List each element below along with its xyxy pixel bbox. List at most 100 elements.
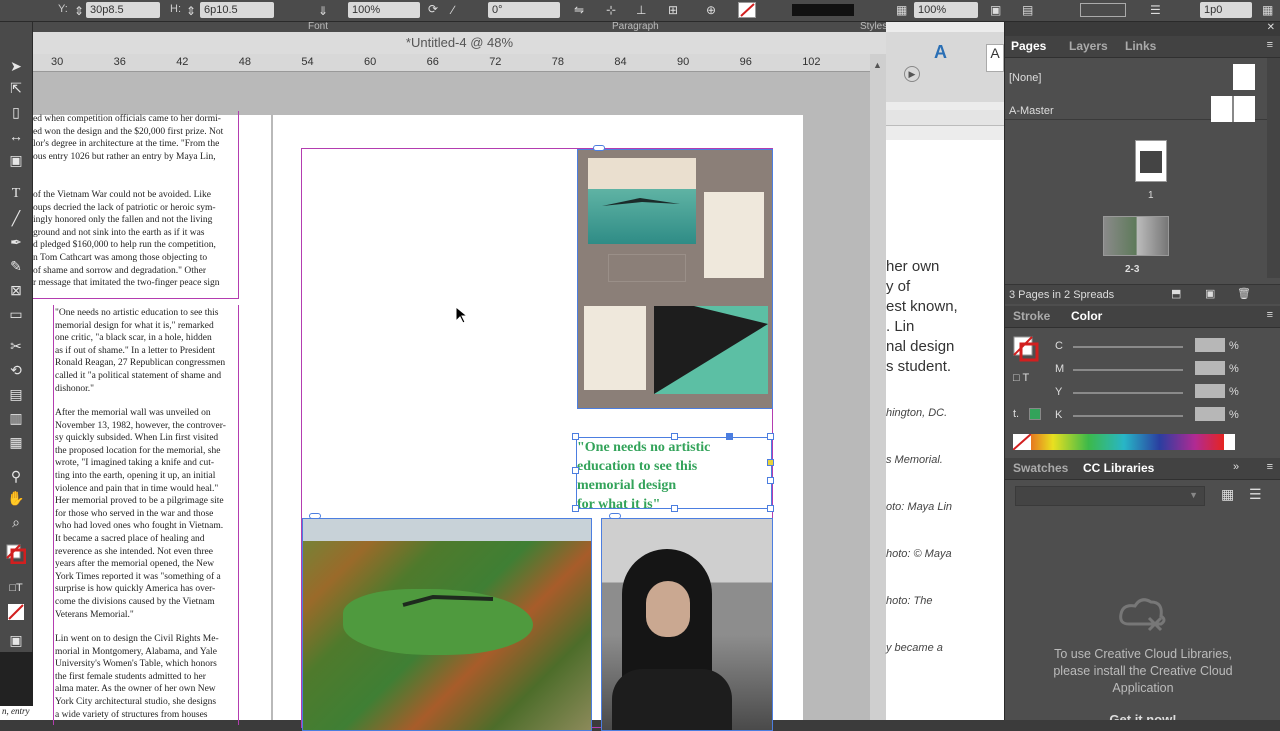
tab-cc-libraries[interactable]: CC Libraries (1083, 461, 1154, 475)
rotate-field[interactable]: 0° (488, 2, 560, 18)
scissors-tool-icon[interactable]: ✂ (4, 336, 28, 356)
panel-menu-icon[interactable]: ≡ (1267, 39, 1273, 51)
selection-handle[interactable] (767, 477, 774, 484)
type-tool-icon[interactable]: T (4, 184, 28, 204)
pages-scrollbar[interactable] (1267, 58, 1280, 278)
y-field[interactable]: 30p8.5 (86, 2, 160, 18)
fill-stroke-icon[interactable] (1013, 336, 1039, 362)
m-value-field[interactable] (1195, 361, 1225, 375)
portrait-photo[interactable] (601, 518, 773, 731)
slider-y[interactable] (1073, 392, 1183, 394)
screen-mode-icon[interactable]: ▣ (4, 630, 28, 650)
fill-none-icon[interactable] (738, 2, 756, 18)
get-it-now-link[interactable]: Get it now! (1095, 712, 1191, 720)
frame-fit-icon[interactable] (1080, 3, 1126, 17)
color-spectrum[interactable] (1012, 433, 1235, 451)
hand-tool-icon[interactable]: ✋ (4, 488, 28, 508)
note-tool-icon[interactable]: ▦ (4, 432, 28, 452)
panel-menu-icon[interactable]: ≡ (1267, 309, 1273, 321)
pull-quote-frame[interactable]: "One needs no artistic education to see t… (576, 437, 772, 512)
gap-tool-icon[interactable]: ↔ (4, 126, 28, 146)
page-thumb-1[interactable] (1135, 140, 1167, 182)
corner-handle[interactable] (767, 459, 774, 466)
opacity-field[interactable]: 100% (914, 2, 978, 18)
delete-page-icon[interactable]: 🗑 (1237, 287, 1251, 300)
text-frame[interactable]: "One needs no artistic education to see … (53, 305, 239, 725)
text-frame[interactable]: ed when competition officials came to he… (33, 111, 239, 299)
master-spread-thumb[interactable] (1211, 96, 1255, 122)
last-color-swatch[interactable] (1029, 408, 1041, 420)
content-collector-icon[interactable]: ▣ (4, 150, 28, 170)
format-container-icon[interactable]: □T (4, 578, 28, 598)
edit-page-size-icon[interactable]: ⬒ (1171, 287, 1181, 300)
aerial-photo[interactable] (302, 518, 592, 731)
spread-thumb-2-3[interactable] (1103, 216, 1169, 256)
scale-field[interactable]: 100% (348, 2, 420, 18)
close-icon[interactable]: ✕ (1267, 22, 1275, 33)
tab-links[interactable]: Links (1125, 39, 1156, 53)
selection-handle[interactable] (572, 505, 579, 512)
scroll-up-icon[interactable]: ▲ (873, 60, 882, 70)
grid-view-icon[interactable]: ▦ (1221, 486, 1234, 503)
link-badge[interactable] (309, 513, 321, 519)
tab-color[interactable]: Color (1071, 309, 1102, 323)
y-value-field[interactable] (1195, 384, 1225, 398)
align-icon[interactable]: ⊹ (606, 3, 616, 17)
out-port[interactable] (726, 433, 733, 440)
stepper-icon[interactable]: ⇕ (74, 4, 84, 18)
tab-layers[interactable]: Layers (1069, 39, 1108, 53)
link-badge[interactable] (609, 513, 621, 519)
panel-menu-icon[interactable]: ≡ (1267, 461, 1273, 473)
none-swatch[interactable] (1012, 433, 1032, 451)
expand-icon[interactable]: » (1233, 461, 1239, 473)
stepper-icon[interactable]: ⇕ (186, 4, 196, 18)
fx-icon[interactable]: ▣ (990, 3, 1001, 17)
play-icon[interactable]: ▶ (904, 66, 920, 82)
apply-none-icon[interactable] (8, 604, 24, 620)
list-view-icon[interactable]: ☰ (1249, 486, 1262, 503)
tab-pages[interactable]: Pages (1011, 39, 1046, 53)
competition-board-image[interactable] (577, 149, 773, 409)
eyedropper-tool-icon[interactable]: ⚲ (4, 466, 28, 486)
stroke-swatch[interactable] (792, 4, 854, 16)
h-field[interactable]: 6p10.5 (200, 2, 274, 18)
distribute-icon[interactable]: ⊞ (668, 3, 678, 17)
a-master[interactable]: A-Master (1009, 105, 1054, 117)
slider-c[interactable] (1073, 346, 1183, 348)
k-value-field[interactable] (1195, 407, 1225, 421)
tab-stroke[interactable]: Stroke (1013, 309, 1050, 323)
stroke-weight-field[interactable]: 1p0 (1200, 2, 1252, 18)
new-page-icon[interactable]: ▣ (1205, 287, 1215, 300)
selection-handle[interactable] (767, 433, 774, 440)
styles-icon[interactable]: A (934, 42, 947, 63)
library-dropdown[interactable]: ▼ (1015, 486, 1205, 506)
none-master[interactable]: [None] (1009, 72, 1041, 84)
selection-tool-icon[interactable]: ➤ (4, 56, 28, 76)
free-transform-tool-icon[interactable]: ⟲ (4, 360, 28, 380)
page-tool-icon[interactable]: ▯ (4, 102, 28, 122)
slider-m[interactable] (1073, 369, 1183, 371)
wrap-icon[interactable]: ▤ (1022, 3, 1033, 17)
link-badge[interactable] (593, 145, 605, 151)
gradient-swatch-tool-icon[interactable]: ▤ (4, 384, 28, 404)
format-container-icon[interactable]: □ T (1013, 372, 1029, 384)
selection-handle[interactable] (572, 433, 579, 440)
distribute-icon[interactable]: ⊕ (706, 3, 716, 17)
pencil-tool-icon[interactable]: ✎ (4, 256, 28, 276)
zoom-tool-icon[interactable]: ⌕ (4, 512, 28, 532)
rectangle-frame-tool-icon[interactable]: ⊠ (4, 280, 28, 300)
c-value-field[interactable] (1195, 338, 1225, 352)
align-icon[interactable]: ⊥ (636, 3, 646, 17)
selection-handle[interactable] (572, 467, 579, 474)
pen-tool-icon[interactable]: ✒ (4, 232, 28, 252)
flip-icon[interactable]: ⇋ (574, 3, 584, 17)
tab-swatches[interactable]: Swatches (1013, 461, 1068, 475)
selection-handle[interactable] (671, 505, 678, 512)
direct-selection-tool-icon[interactable]: ⇱ (4, 78, 28, 98)
text-box-icon[interactable]: A (986, 44, 1004, 72)
selection-handle[interactable] (767, 505, 774, 512)
vertical-scrollbar[interactable]: ▲ (870, 54, 886, 720)
master-thumb[interactable] (1233, 64, 1255, 90)
fill-stroke-icon[interactable] (6, 544, 27, 565)
line-tool-icon[interactable]: ╱ (4, 208, 28, 228)
